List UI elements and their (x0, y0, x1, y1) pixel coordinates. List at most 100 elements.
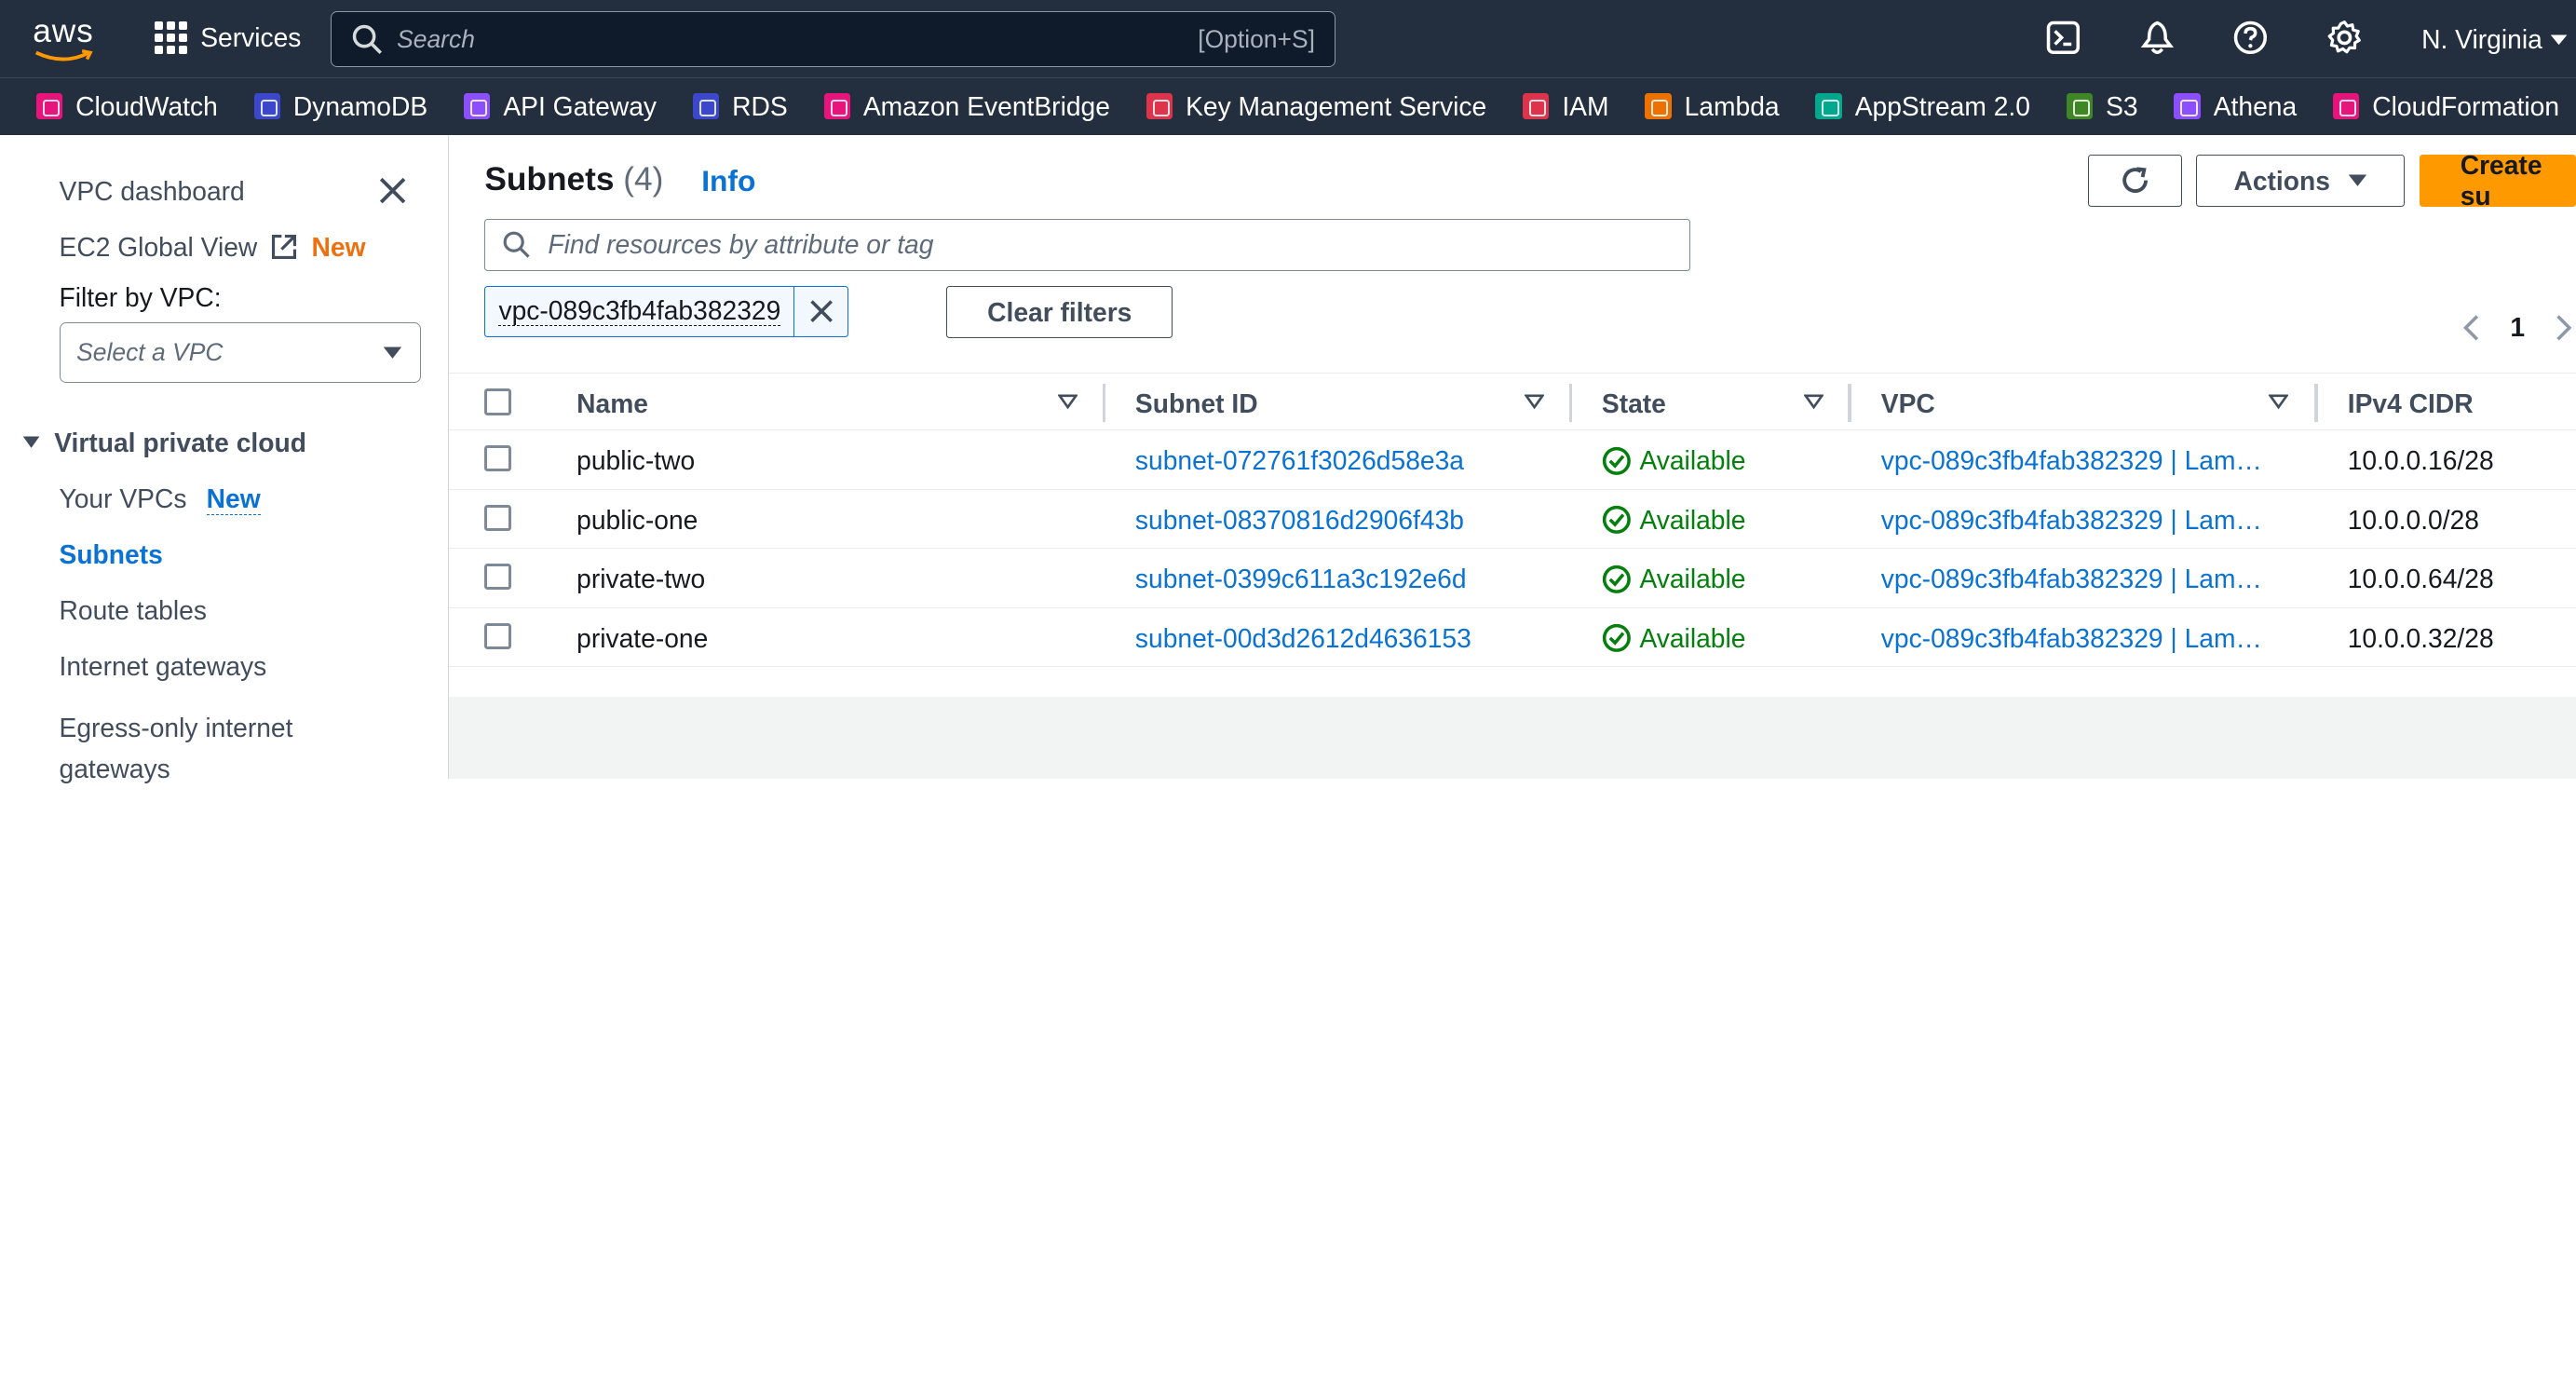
favorite-cloudformation[interactable]: CloudFormation (2332, 90, 2560, 122)
global-search-input[interactable]: Search [Option+S] (330, 11, 1336, 68)
sort-icon[interactable] (2269, 394, 2289, 411)
sort-icon[interactable] (1524, 394, 1545, 411)
clear-filters-button[interactable]: Clear filters (946, 285, 1173, 339)
cell-state: Available (1602, 564, 1745, 594)
cell-vpc-link[interactable]: vpc-089c3fb4fab382329 | Lam… (1881, 445, 2279, 476)
refresh-button[interactable] (2088, 154, 2182, 208)
favorite-key-management-service[interactable]: Key Management Service (1146, 91, 1486, 122)
table-header: Name Subnet ID State VPC IPv4 CIDR (448, 373, 2576, 431)
help-icon[interactable] (2232, 20, 2269, 56)
aws-logo[interactable]: aws (33, 15, 95, 61)
cell-subnet-id-link[interactable]: subnet-0399c611a3c192e6d (1135, 564, 1467, 594)
favorite-label: Amazon EventBridge (862, 90, 1110, 121)
cell-subnet-id-link[interactable]: subnet-072761f3026d58e3a (1135, 445, 1464, 476)
services-menu-button[interactable]: Services (154, 20, 301, 55)
region-selector[interactable]: N. Virginia (2421, 24, 2569, 55)
aws-smile-icon (34, 48, 93, 61)
column-resizer[interactable] (1848, 383, 1851, 422)
row-checkbox[interactable] (484, 622, 511, 649)
section-virtual-private-cloud[interactable]: Virtual private cloud (21, 428, 306, 458)
subnets-table-panel: Subnets (4) Info Actions Create su Find … (448, 134, 2576, 697)
search-icon (503, 231, 530, 258)
cell-name: public-two (576, 445, 696, 476)
title-text: Subnets (484, 160, 615, 197)
cell-vpc-link[interactable]: vpc-089c3fb4fab382329 | Lam… (1881, 505, 2279, 536)
service-icon (35, 93, 63, 120)
chevron-left-icon[interactable] (2462, 313, 2480, 343)
create-subnet-button[interactable]: Create su (2420, 150, 2576, 211)
nav-your-vpcs-label: Your VPCs (59, 483, 187, 513)
service-icon (253, 93, 280, 120)
cell-subnet-id-link[interactable]: subnet-00d3d2612d4636153 (1135, 623, 1471, 654)
check-circle-icon (1602, 446, 1631, 475)
favorite-s3[interactable]: S3 (2066, 90, 2138, 122)
search-placeholder: Search (397, 24, 475, 53)
favorite-label: CloudFormation (2372, 90, 2560, 121)
nav-route-tables[interactable]: Route tables (60, 595, 207, 626)
info-link[interactable]: Info (701, 164, 755, 198)
favorite-api-gateway[interactable]: API Gateway (463, 91, 657, 122)
cell-name: private-one (576, 622, 709, 653)
filter-placeholder: Find resources by attribute or tag (548, 229, 934, 260)
table-row[interactable]: public-two subnet-072761f3026d58e3a Availa… (448, 430, 2576, 490)
column-header-name[interactable]: Name (576, 388, 648, 419)
close-icon (809, 300, 833, 323)
favorite-appstream-2-0[interactable]: AppStream 2.0 (1815, 91, 2030, 122)
column-header-subnet-id[interactable]: Subnet ID (1135, 388, 1258, 419)
search-shortcut: [Option+S] (1198, 24, 1315, 53)
favorite-athena[interactable]: Athena (2174, 91, 2297, 122)
favorite-iam[interactable]: IAM (1522, 91, 1608, 122)
column-header-vpc[interactable]: VPC (1881, 388, 1935, 419)
favorite-amazon-eventbridge[interactable]: Amazon EventBridge (823, 90, 1110, 122)
column-header-ipv4-cidr[interactable]: IPv4 CIDR (2348, 388, 2474, 419)
table-row[interactable]: public-one subnet-08370816d2906f43b Availa… (448, 489, 2576, 550)
nav-internet-gateways[interactable]: Internet gateways (60, 651, 267, 682)
nav-subnets[interactable]: Subnets (60, 539, 163, 570)
service-icon (1522, 93, 1550, 120)
favorite-rds[interactable]: RDS (692, 91, 788, 122)
column-resizer[interactable] (2314, 383, 2318, 422)
nav-vpc-dashboard[interactable]: VPC dashboard (60, 176, 245, 207)
nav-ec2-global-view[interactable]: EC2 Global View New (60, 232, 366, 263)
search-icon (352, 24, 382, 54)
notifications-bell-icon[interactable] (2139, 20, 2176, 56)
vpc-filter-select[interactable]: Select a VPC (59, 321, 421, 383)
cell-subnet-id-link[interactable]: subnet-08370816d2906f43b (1135, 505, 1464, 536)
row-checkbox[interactable] (484, 504, 511, 531)
favorite-cloudwatch[interactable]: CloudWatch (35, 91, 218, 122)
filter-token[interactable]: vpc-089c3fb4fab382329 (484, 285, 848, 337)
favorite-dynamodb[interactable]: DynamoDB (253, 91, 427, 122)
favorite-label: Key Management Service (1186, 90, 1487, 121)
remove-filter-button[interactable] (794, 287, 847, 336)
cell-ipv4-cidr: 10.0.0.16/28 (2347, 445, 2494, 476)
sort-icon[interactable] (1803, 394, 1824, 411)
select-all-checkbox[interactable] (484, 388, 511, 415)
nav-your-vpcs[interactable]: Your VPCs New (60, 483, 261, 515)
close-navigation-icon[interactable] (376, 174, 409, 207)
row-checkbox[interactable] (484, 445, 511, 472)
nav-egress-only-internet-gateways[interactable]: Egress-only internet gateways (60, 707, 293, 789)
cloudshell-icon[interactable] (2045, 20, 2081, 56)
table-row[interactable]: private-one subnet-00d3d2612d4636153 Avail… (448, 607, 2576, 668)
column-resizer[interactable] (1102, 383, 1106, 422)
row-checkbox[interactable] (484, 564, 511, 591)
actions-dropdown-button[interactable]: Actions (2196, 154, 2406, 208)
service-icon (823, 93, 850, 120)
check-circle-icon (1602, 624, 1631, 653)
column-header-state[interactable]: State (1602, 388, 1666, 419)
side-navigation: VPC dashboard EC2 Global View New Filter… (0, 134, 449, 783)
state-label: Available (1639, 504, 1746, 535)
filter-search-input[interactable]: Find resources by attribute or tag (484, 218, 1691, 272)
sort-icon[interactable] (1058, 394, 1078, 411)
favorite-label: S3 (2106, 90, 2138, 121)
chevron-right-icon[interactable] (2555, 313, 2572, 343)
cell-vpc-link[interactable]: vpc-089c3fb4fab382329 | Lam… (1881, 564, 2279, 594)
column-resizer[interactable] (1568, 383, 1573, 422)
table-row[interactable]: private-two subnet-0399c611a3c192e6d Avail… (448, 549, 2576, 608)
favorite-lambda[interactable]: Lambda (1645, 91, 1780, 122)
settings-gear-icon[interactable] (2326, 20, 2363, 56)
region-label: N. Virginia (2421, 24, 2542, 55)
cell-vpc-link[interactable]: vpc-089c3fb4fab382329 | Lam… (1881, 623, 2279, 654)
current-page[interactable]: 1 (2510, 312, 2525, 343)
nav-egress-line1: Egress-only internet (59, 712, 293, 742)
